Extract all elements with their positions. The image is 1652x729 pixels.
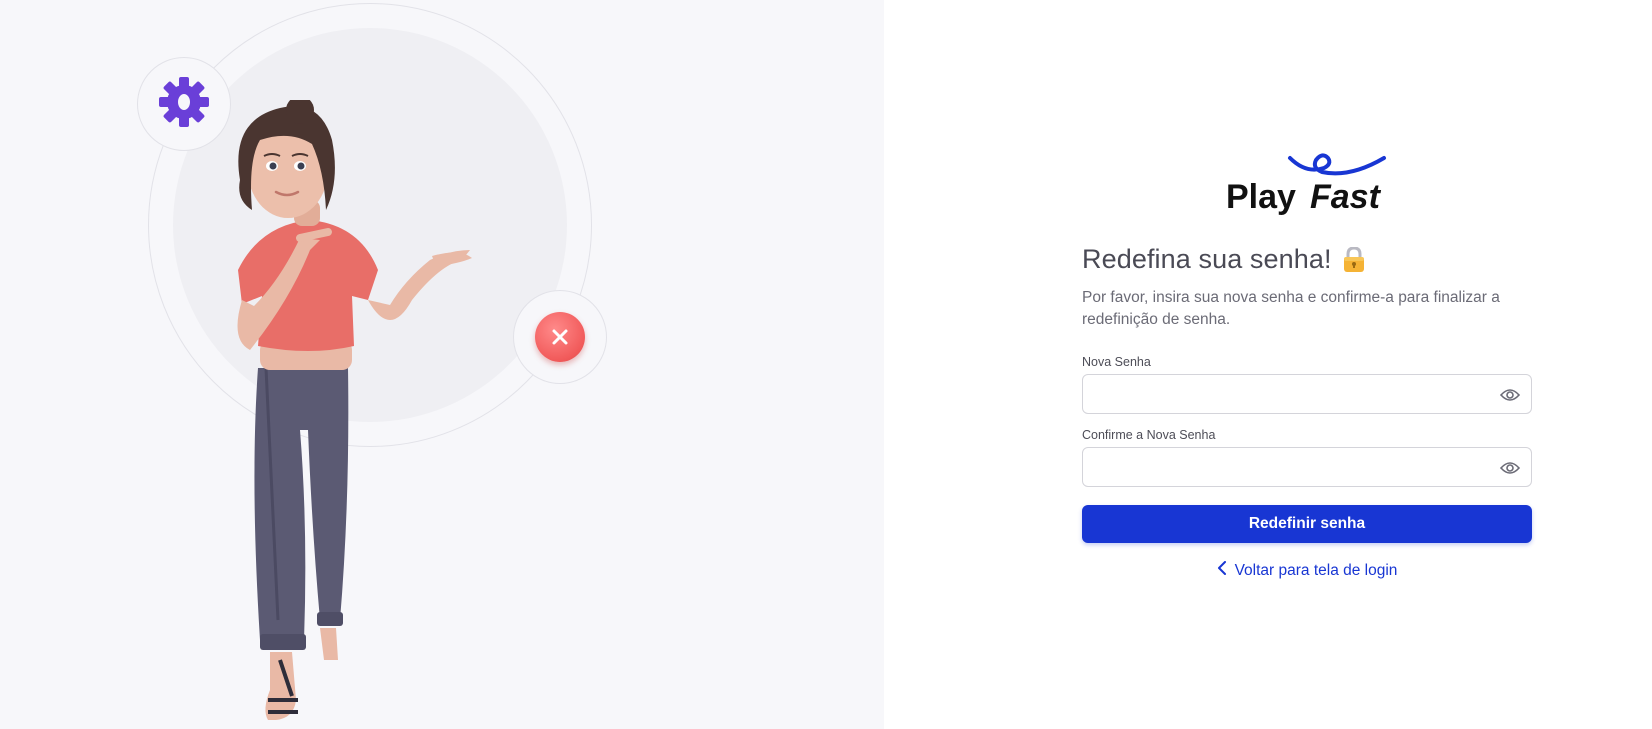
reset-password-button[interactable]: Redefinir senha [1082,505,1532,543]
character-illustration [237,100,472,720]
close-icon [535,312,585,362]
new-password-label: Nova Senha [1082,355,1151,369]
new-password-box [1082,374,1532,414]
logo-text-italic: Fast [1310,178,1382,216]
lock-icon [1342,246,1366,273]
reset-password-form: Play Fast Redefina sua senha! Por favor,… [1082,152,1532,580]
new-password-input[interactable] [1083,375,1531,413]
confirm-password-box [1082,447,1532,487]
close-badge [513,290,607,384]
logo-text-plain: Play [1226,178,1296,216]
form-panel: Play Fast Redefina sua senha! Por favor,… [884,0,1652,729]
eye-icon[interactable] [1499,384,1521,406]
eye-icon[interactable] [1499,457,1521,479]
reset-password-page: Play Fast Redefina sua senha! Por favor,… [0,0,1652,729]
confirm-password-label: Confirme a Nova Senha [1082,428,1216,442]
confirm-password-field: Confirme a Nova Senha [1082,428,1532,487]
back-to-login-label: Voltar para tela de login [1234,561,1398,579]
confirm-password-input[interactable] [1083,448,1531,486]
page-title: Redefina sua senha! [1082,244,1332,274]
brand-logo: Play Fast [1082,152,1532,216]
new-password-field: Nova Senha [1082,355,1532,414]
illustration-panel [0,0,884,729]
title-row: Redefina sua senha! [1082,244,1532,275]
playfast-logo: Play Fast [1226,153,1386,216]
back-to-login-link[interactable]: Voltar para tela de login [1082,561,1532,580]
page-subtitle: Por favor, insira sua nova senha e confi… [1082,289,1500,328]
chevron-left-icon [1217,561,1227,580]
